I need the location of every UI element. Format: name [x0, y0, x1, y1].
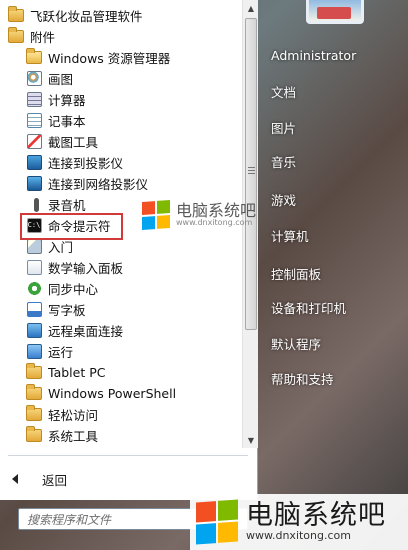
math-input-icon [26, 260, 42, 276]
wordpad-icon [26, 302, 42, 318]
program-item[interactable]: Tablet PC [0, 362, 242, 383]
folder-icon [26, 426, 42, 444]
explorer-icon [26, 48, 42, 66]
program-item[interactable]: Windows PowerShell [0, 383, 242, 404]
program-label: 记事本 [48, 114, 86, 129]
grip-icon [248, 167, 255, 175]
back-label: 返回 [42, 472, 68, 488]
folder-icon [8, 27, 24, 45]
program-item[interactable]: 同步中心 [0, 278, 242, 299]
watermark-title: 电脑系统吧 [246, 500, 386, 532]
search-placeholder: 搜索程序和文件 [27, 512, 112, 527]
program-item[interactable]: 运行 [0, 341, 242, 362]
user-picture[interactable] [306, 0, 364, 24]
program-item[interactable]: Windows 资源管理器 [0, 47, 242, 68]
snipping-tool-icon [26, 134, 42, 150]
program-label: 截图工具 [48, 135, 99, 150]
program-label: 远程桌面连接 [48, 324, 124, 339]
folder-icon [26, 363, 42, 381]
start-link-3[interactable]: 音乐 [271, 152, 296, 171]
network-projector-icon [26, 176, 42, 192]
folder-icon [26, 405, 42, 423]
program-item[interactable]: 附件 [0, 26, 242, 47]
programs-pane: 飞跃化妆品管理软件 附件 Windows 资源管理器 画图计算器记事本截图工具连接到投… [0, 0, 258, 500]
program-label: 附件 [30, 30, 56, 45]
start-link-2[interactable]: 图片 [271, 118, 296, 137]
windows-logo-icon [196, 499, 238, 545]
program-item[interactable]: 数学输入面板 [0, 257, 242, 278]
program-label: 录音机 [48, 198, 86, 213]
program-item[interactable]: 系统工具 [0, 425, 242, 446]
getting-started-icon [26, 239, 42, 255]
program-label: 计算器 [48, 93, 86, 108]
divider [8, 455, 248, 456]
program-label: Windows 资源管理器 [48, 51, 171, 66]
start-link-1[interactable]: 文档 [271, 82, 296, 101]
start-link-5[interactable]: 计算机 [271, 226, 309, 245]
start-link-6[interactable]: 控制面板 [271, 264, 321, 283]
microphone-icon [26, 197, 42, 213]
program-label: 入门 [48, 240, 74, 255]
start-link-7[interactable]: 设备和打印机 [271, 298, 346, 317]
program-item[interactable]: 画图 [0, 68, 242, 89]
run-icon [26, 344, 42, 360]
watermark-title: 电脑系统吧 [176, 200, 257, 220]
paint-icon [26, 71, 42, 87]
start-link-9[interactable]: 帮助和支持 [271, 369, 334, 388]
program-label: 数学输入面板 [48, 261, 124, 276]
back-button[interactable]: 返回 [12, 470, 67, 488]
folder-icon [8, 6, 24, 24]
program-label: 画图 [48, 72, 74, 87]
watermark-url: www.dnxitong.com [176, 218, 253, 228]
program-label: Windows PowerShell [48, 386, 177, 401]
program-label: 运行 [48, 345, 74, 360]
program-label: 写字板 [48, 303, 86, 318]
program-label: 飞跃化妆品管理软件 [30, 9, 143, 24]
program-label: 同步中心 [48, 282, 99, 297]
notepad-icon [26, 113, 42, 129]
program-label: 命令提示符 [48, 219, 111, 234]
start-link-0[interactable]: Administrator [271, 48, 356, 63]
remote-desktop-icon [26, 323, 42, 339]
program-item[interactable]: 远程桌面连接 [0, 320, 242, 341]
scroll-down-icon[interactable]: ▼ [243, 432, 259, 448]
calculator-icon [26, 92, 42, 108]
start-menu-right-pane: Administrator 文档图片音乐游戏计算机控制面板设备和打印机 默认程序帮助… [259, 0, 408, 550]
back-arrow-icon [12, 474, 18, 484]
scroll-thumb[interactable] [245, 18, 257, 330]
program-item[interactable]: 轻松访问 [0, 404, 242, 425]
watermark-middle: 电脑系统吧 www.dnxitong.com [142, 195, 270, 235]
projector-icon [26, 155, 42, 171]
start-link-8[interactable]: 默认程序 [271, 334, 321, 353]
program-item[interactable]: 写字板 [0, 299, 242, 320]
program-item[interactable]: 连接到网络投影仪 [0, 173, 242, 194]
program-label: 连接到投影仪 [48, 156, 124, 171]
program-item[interactable]: 记事本 [0, 110, 242, 131]
program-label: 连接到网络投影仪 [48, 177, 149, 192]
program-item[interactable]: 连接到投影仪 [0, 152, 242, 173]
program-item[interactable]: 计算器 [0, 89, 242, 110]
start-link-4[interactable]: 游戏 [271, 190, 296, 209]
program-label: 轻松访问 [48, 408, 99, 423]
watermark-bottom: 电脑系统吧 www.dnxitong.com [190, 494, 408, 550]
watermark-url: www.dnxitong.com [246, 529, 351, 543]
folder-icon [26, 384, 42, 402]
program-label: 系统工具 [48, 429, 99, 444]
cmd-icon: C:\ [26, 218, 42, 234]
program-item[interactable]: 截图工具 [0, 131, 242, 152]
windows-logo-icon [142, 200, 170, 230]
sync-center-icon [26, 281, 42, 297]
program-label: Tablet PC [48, 365, 106, 380]
program-item[interactable]: 入门 [0, 236, 242, 257]
scroll-up-icon[interactable]: ▲ [243, 0, 259, 16]
program-item[interactable]: 飞跃化妆品管理软件 [0, 5, 242, 26]
